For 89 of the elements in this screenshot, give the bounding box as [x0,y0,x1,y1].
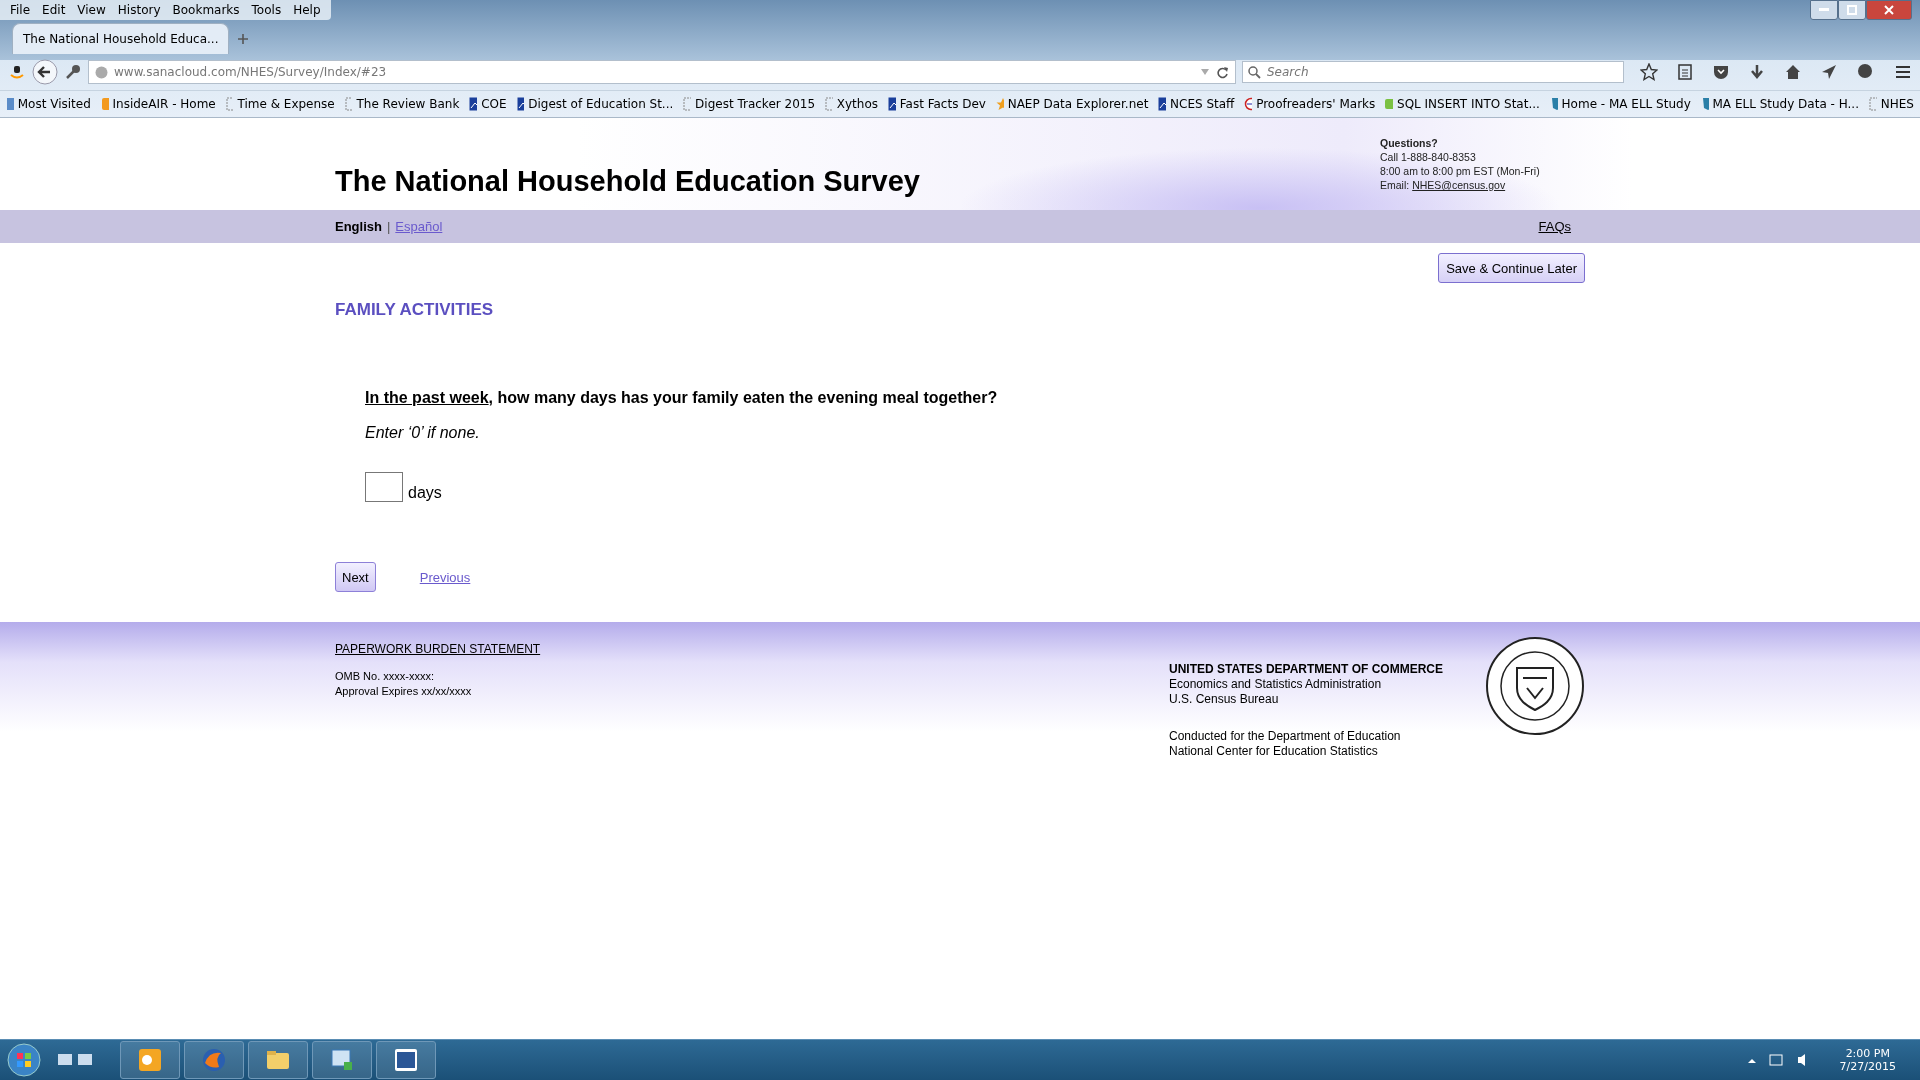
agency-text: U.S. Census Bureau [1169,692,1280,707]
taskbar-app-button[interactable] [248,1041,308,1079]
blank-page-icon [683,97,692,111]
chart-icon [469,97,478,111]
browser-tab[interactable]: The National Household Educa... [12,23,229,54]
bookmark-link[interactable]: Home - MA ELL Study [1561,97,1691,111]
menu-item[interactable]: Help [287,3,327,17]
approval-text: Approval Expires xx/xx/xxxx [335,684,473,699]
answer-field[interactable] [365,472,403,502]
conducted-text: National Center for Education Statistics [1169,744,1379,759]
pocket-icon[interactable] [1712,63,1730,81]
plus-icon[interactable] [237,33,249,45]
blank-page-icon [225,97,234,111]
faqs-link[interactable]: FAQs [1538,219,1571,234]
bookmark-link[interactable]: Most Visited [17,97,91,111]
maximize-icon [1847,5,1857,15]
home-icon[interactable] [1784,63,1802,81]
bookmark-link[interactable]: Proofreaders' Marks [1256,97,1376,111]
separator-text: | [386,219,391,234]
unit-label: days [408,484,442,502]
globe-icon [201,1047,227,1073]
chart-icon [516,97,525,111]
bookmark-link[interactable]: MA ELL Study Data - H... [1712,97,1859,111]
taskbar-app-button[interactable] [120,1041,180,1079]
bookmark-link[interactable]: NAEP Data Explorer.net [1007,97,1149,111]
previous-link[interactable]: Previous [419,569,471,585]
url-text: www.sanacloud.com/NHES/Survey/Index/#23 [114,65,387,79]
menu-item[interactable]: File [4,3,37,17]
bookmark-link[interactable]: Fast Facts Dev [899,97,986,111]
email-label: Email: [1380,178,1410,192]
taskbar-app-button[interactable] [376,1041,436,1079]
chart-icon [1158,97,1167,111]
language-link[interactable]: English [335,219,382,234]
email-link[interactable]: NHES@census.gov [1412,178,1506,192]
monitor-icon [329,1047,355,1073]
send-icon[interactable] [1820,63,1838,81]
blank-page-icon [1869,97,1877,111]
bookmark-link[interactable]: Digest Tracker 2015 [695,97,816,111]
bookmark-link[interactable]: The Review Bank [356,97,460,111]
contact-heading: Questions? [1380,136,1439,150]
maximize-button[interactable] [1838,0,1866,20]
conducted-text: Conducted for the Department of Education [1169,729,1402,744]
contact-text: 8:00 am to 8:00 pm EST (Mon-Fri) [1380,164,1541,178]
back-icon[interactable] [32,59,58,85]
search-field[interactable]: Search [1242,61,1624,83]
menu-item[interactable]: History [111,3,167,17]
bookmark-link[interactable]: InsideAIR - Home [112,97,216,111]
question-text: In the past week, how many days has your family eaten the evening meal together? [365,389,999,407]
menu-item[interactable]: Edit [36,3,72,17]
save-continue-button[interactable]: Save & Continue Later [1438,253,1585,283]
bookmark-link[interactable]: Digest of Education St... [528,97,674,111]
page-title: The National Household Education Survey [335,165,920,198]
section-heading: FAMILY ACTIVITIES [335,300,495,320]
reload-icon[interactable] [1216,65,1229,79]
download-icon[interactable] [1748,63,1766,81]
clipboard-icon[interactable] [1676,63,1694,81]
bookmark-link[interactable]: Xythos [836,97,879,111]
close-button[interactable] [1866,0,1912,20]
minimize-icon [1819,8,1829,12]
document-app-icon [393,1047,419,1073]
menu-icon[interactable] [1894,63,1912,81]
chart-icon [888,97,896,111]
close-icon [1884,5,1894,15]
blank-page-icon [344,97,353,111]
agency-text: UNITED STATES DEPARTMENT OF COMMERCE [1169,662,1443,677]
menu-item[interactable]: Bookmarks [166,3,246,17]
hint-text: Enter ‘0’ if none. [365,424,481,442]
clock-date: 7/27/2015 [1839,1060,1896,1073]
next-button[interactable]: Next [335,562,376,592]
minimize-button[interactable] [1810,0,1838,20]
bookmark-link[interactable]: NCES Staff [1170,97,1235,111]
start-orb-icon[interactable] [6,1042,42,1078]
contact-text: Call 1-888-840-8353 [1380,150,1477,164]
bookmark-link[interactable]: SQL INSERT INTO Stat... [1397,97,1540,111]
omb-text: OMB No. xxxx-xxxx: [335,669,435,684]
address-bar[interactable]: www.sanacloud.com/NHES/Survey/Index/#23 [88,60,1236,84]
paperwork-link[interactable]: PAPERWORK BURDEN STATEMENT [335,642,541,656]
bookmark-link[interactable]: Time & Expense [237,97,335,111]
blank-page-icon [825,97,833,111]
key-icon[interactable] [64,63,82,81]
mail-app-icon [137,1047,163,1073]
menu-item[interactable]: Tools [245,3,288,17]
clock-time: 2:00 PM [1845,1047,1890,1060]
menu-item[interactable]: View [71,3,112,17]
agency-text: Economics and Statistics Administration [1169,677,1383,692]
bookmark-link[interactable]: NHES [1880,97,1914,111]
taskbar-app-button[interactable] [312,1041,372,1079]
globe-icon [95,65,108,79]
bookmark-link[interactable]: COE [481,97,507,111]
